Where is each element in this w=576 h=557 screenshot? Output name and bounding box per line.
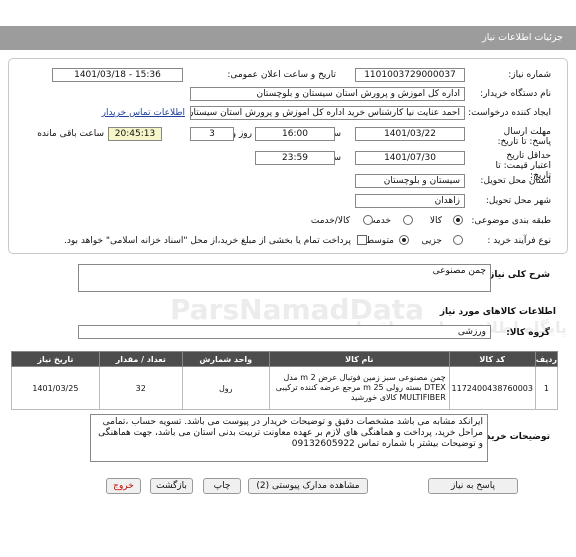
row-date: 1401/03/25	[11, 366, 100, 410]
process-option-medium: متوسط	[365, 236, 394, 246]
process-option-minor: جزیی	[421, 236, 442, 246]
announce-datetime-field: 1401/03/18 - 15:36	[52, 68, 183, 82]
category-option-goods-service: کالا/خدمت	[310, 216, 350, 226]
col-code: کد کالا	[448, 351, 536, 367]
reply-deadline-time-field: 16:00	[255, 127, 335, 141]
requester-label: ایجاد کننده درخواست:	[468, 108, 551, 118]
category-option-goods: کالا	[429, 216, 442, 226]
category-radio-goods[interactable]	[453, 215, 463, 225]
col-unit: واحد شمارش	[181, 351, 270, 367]
row-index: 1	[534, 366, 559, 410]
reply-deadline-label: مهلت ارسال پاسخ: تا تاریخ:	[497, 127, 551, 147]
process-radio-medium[interactable]	[399, 235, 409, 245]
buyer-org-label: نام دستگاه خریدار:	[480, 89, 551, 99]
reply-button[interactable]: پاسخ به نیاز	[428, 478, 518, 494]
buyer-notes-field: ایرانکد مشابه می باشد مشخصات دقیق و توضی…	[90, 414, 488, 462]
province-field: سیستان و بلوچستان	[355, 174, 465, 188]
city-label: شهر محل تحویل:	[485, 196, 551, 206]
exit-button[interactable]: خروج	[106, 478, 141, 494]
treasury-payment-checkbox[interactable]	[357, 235, 367, 245]
row-name: چمن مصنوعی سبز زمین فوتبال عرض m 2 مدل D…	[268, 366, 450, 410]
treasury-payment-note: پرداخت تمام یا بخشی از مبلغ خرید،از محل …	[63, 236, 351, 246]
summary-label: شرح کلی نیاز:	[485, 270, 550, 280]
requester-field: احمد عنایت نیا کارشناس خرید اداره کل امو…	[190, 106, 465, 120]
province-label: استان محل تحویل:	[480, 176, 551, 186]
col-date: تاریخ نیاز	[11, 351, 100, 367]
goods-group-label: گروه کالا:	[506, 328, 550, 338]
view-attachments-button[interactable]: مشاهده مدارک پیوستی (2)	[248, 478, 368, 494]
col-qty: تعداد / مقدار	[98, 351, 183, 367]
days-label: روز و	[231, 129, 252, 139]
goods-group-field: ورزشی	[78, 325, 491, 339]
announce-datetime-label: تاریخ و ساعت اعلان عمومی:	[227, 70, 336, 80]
category-label: طبقه بندی موضوعی:	[471, 216, 551, 226]
process-radio-minor[interactable]	[453, 235, 463, 245]
remaining-time-field: 20:45:13	[108, 127, 162, 141]
need-number-label: شماره نیاز:	[508, 70, 551, 80]
col-name: نام کالا	[268, 351, 450, 367]
need-number-field: 1101003729000037	[355, 68, 465, 82]
col-index: ردیف	[534, 351, 559, 367]
buyer-contact-link[interactable]: اطلاعات تماس خریدار	[102, 108, 185, 118]
category-radio-goods-service[interactable]	[363, 215, 373, 225]
page-title: جزئیات اطلاعات نیاز	[0, 26, 576, 50]
row-code: 1172400438760003	[448, 366, 536, 410]
goods-table: ردیف کد کالا نام کالا واحد شمارش تعداد /…	[11, 351, 559, 410]
print-button[interactable]: چاپ	[203, 478, 241, 494]
table-row: 1 1172400438760003 چمن مصنوعی سبز زمین ف…	[11, 366, 559, 410]
row-qty: 32	[98, 366, 183, 410]
buyer-org-field: اداره کل اموزش و پرورش استان سیستان و بل…	[190, 87, 465, 101]
price-validity-date-field: 1401/07/30	[355, 151, 465, 165]
days-field: 3	[190, 127, 234, 141]
remaining-time-label: ساعت باقی مانده	[37, 129, 104, 139]
back-button[interactable]: بازگشت	[150, 478, 193, 494]
city-field: زاهدان	[355, 194, 465, 208]
price-validity-time-field: 23:59	[255, 151, 335, 165]
reply-deadline-date-field: 1401/03/22	[355, 127, 465, 141]
row-unit: رول	[181, 366, 270, 410]
process-label: نوع فرآیند خرید :	[487, 236, 551, 246]
summary-field: چمن مصنوعی	[78, 264, 491, 292]
goods-section-title: اطلاعات کالاهای مورد نیاز	[439, 307, 556, 317]
category-radio-service[interactable]	[403, 215, 413, 225]
